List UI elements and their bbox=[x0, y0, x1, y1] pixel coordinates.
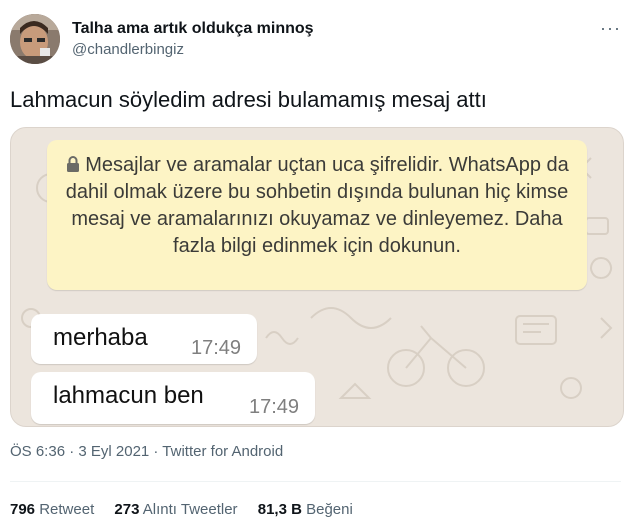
tweet-media-image[interactable]: Mesajlar ve aramalar uçtan uca şifrelidi… bbox=[10, 127, 624, 427]
chat-message: lahmacun ben 17:49 bbox=[31, 372, 315, 424]
message-time: 17:49 bbox=[191, 337, 242, 359]
likes-stat[interactable]: 81,3 B Beğeni bbox=[258, 501, 353, 518]
avatar[interactable] bbox=[10, 14, 60, 64]
encryption-notice[interactable]: Mesajlar ve aramalar uçtan uca şifrelidi… bbox=[47, 140, 587, 290]
tweet-timestamp-source[interactable]: ÖS 6:36 · 3 Eyl 2021 · Twitter for Andro… bbox=[10, 443, 283, 460]
likes-label: Beğeni bbox=[306, 501, 353, 518]
quotes-stat[interactable]: 273 Alıntı Tweetler bbox=[114, 501, 237, 518]
author-handle[interactable]: @chandlerbingiz bbox=[72, 41, 184, 58]
quotes-count: 273 bbox=[114, 501, 140, 518]
author-name[interactable]: Talha ama artık oldukça minnoş bbox=[72, 20, 314, 38]
tweet-text: Lahmacun söyledim adresi bulamamış mesaj… bbox=[10, 87, 487, 112]
retweets-count: 796 bbox=[10, 501, 36, 518]
message-text: lahmacun ben bbox=[53, 382, 204, 409]
likes-count: 81,3 B bbox=[257, 501, 302, 518]
encryption-notice-text: Mesajlar ve aramalar uçtan uca şifrelidi… bbox=[65, 154, 569, 257]
retweets-stat[interactable]: 796 Retweet bbox=[10, 501, 94, 518]
message-text: merhaba bbox=[53, 324, 148, 351]
chat-message: merhaba 17:49 bbox=[31, 314, 257, 364]
message-time: 17:49 bbox=[249, 396, 300, 418]
tweet-stats: 796 Retweet 273 Alıntı Tweetler 81,3 B B… bbox=[10, 501, 369, 518]
quotes-label: Alıntı Tweetler bbox=[142, 501, 238, 518]
lock-icon bbox=[67, 156, 80, 172]
more-options-icon[interactable]: ··· bbox=[600, 18, 621, 39]
divider bbox=[10, 481, 621, 482]
retweets-label: Retweet bbox=[39, 501, 95, 518]
